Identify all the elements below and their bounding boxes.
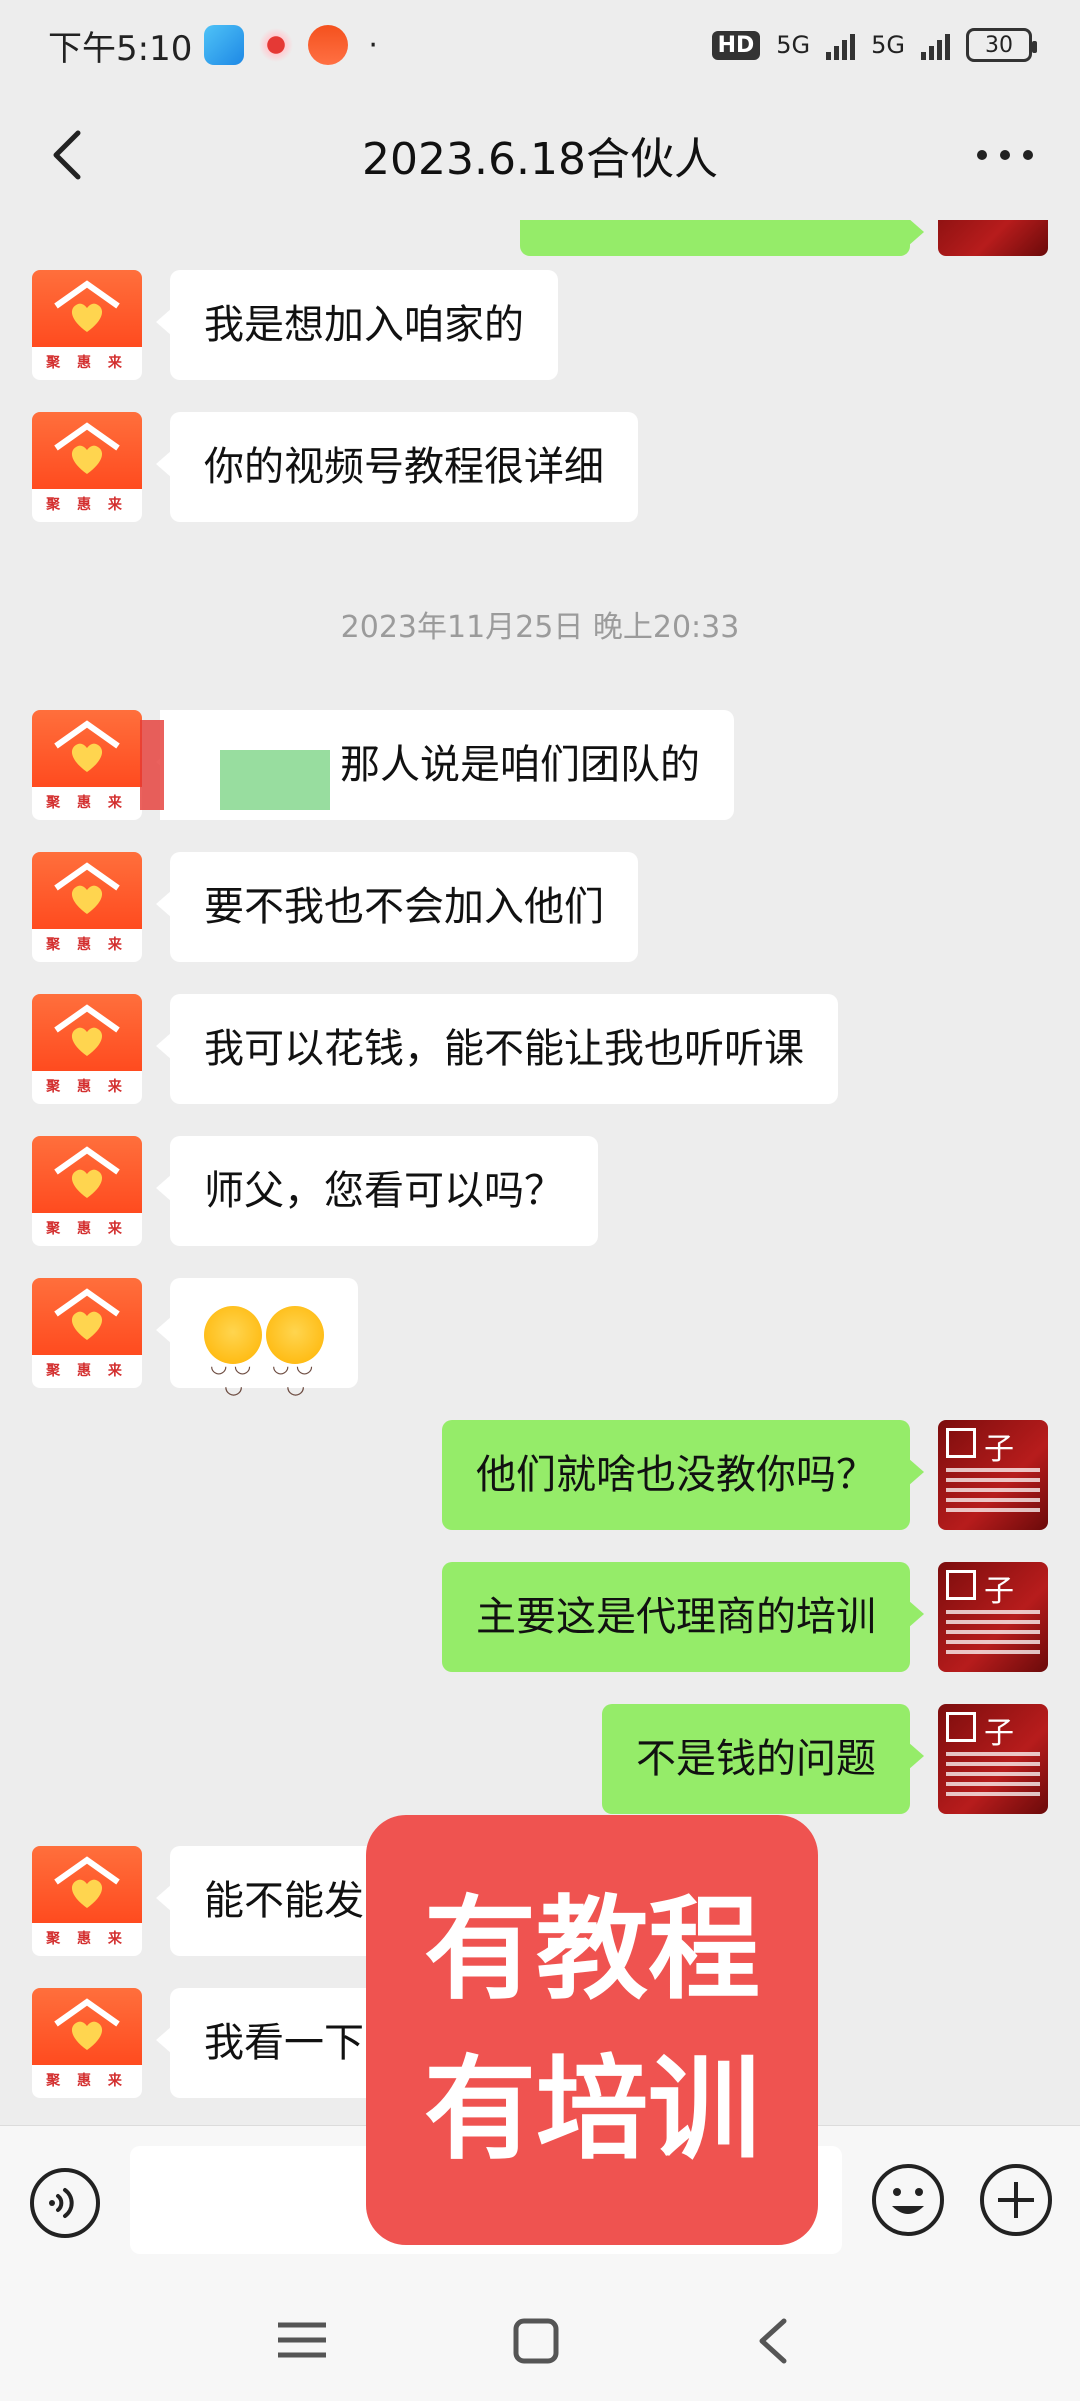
smile-emoji-icon xyxy=(266,1306,324,1442)
avatar-caption: 聚 惠 来 xyxy=(46,1079,128,1095)
house-heart-logo-icon xyxy=(54,422,120,474)
signal-strength-icon-2 xyxy=(921,30,950,60)
battery-level: 30 xyxy=(985,32,1013,58)
message-bubble-self[interactable]: 主要这是代理商的培训 xyxy=(442,1562,924,1672)
more-notifications-dot: · xyxy=(368,27,378,63)
chat-title: 2023.6.18合伙人 xyxy=(362,134,718,185)
house-heart-logo-icon xyxy=(54,1998,120,2050)
message-timestamp: 2023年11月25日 晚上20:33 xyxy=(340,610,740,645)
avatar-self[interactable]: 子 xyxy=(938,1704,1048,1814)
network-type-2: 5G xyxy=(871,31,905,59)
redacted-area xyxy=(140,710,340,820)
avatar-other[interactable]: 聚 惠 来 xyxy=(32,270,142,380)
house-heart-logo-icon xyxy=(54,862,120,914)
promo-line-1: 有教程 xyxy=(424,1885,760,2015)
recent-apps-icon[interactable] xyxy=(270,2315,334,2365)
smile-emoji-icon xyxy=(204,1306,262,1442)
avatar-other[interactable]: 聚 惠 来 xyxy=(32,994,142,1104)
voice-input-icon[interactable] xyxy=(28,2166,102,2240)
promo-line-2: 有培训 xyxy=(424,2045,760,2175)
status-time: 下午5:10 xyxy=(48,28,193,69)
more-options-icon[interactable] xyxy=(970,125,1040,185)
battery-icon: 30 xyxy=(966,28,1037,62)
avatar-caption: 聚 惠 来 xyxy=(46,2073,128,2089)
avatar-caption: 聚 惠 来 xyxy=(46,497,128,513)
house-heart-logo-icon xyxy=(54,1004,120,1056)
message-bubble-other[interactable]: 我可以花钱，能不能让我也听听课 xyxy=(156,994,838,1104)
avatar-caption: 聚 惠 来 xyxy=(46,1363,128,1379)
avatar-self[interactable]: 子 xyxy=(938,1562,1048,1672)
back-arrow-icon[interactable] xyxy=(40,125,100,185)
hd-voice-icon: HD xyxy=(711,30,761,60)
house-heart-logo-icon xyxy=(54,1288,120,1340)
location-notification-icon xyxy=(256,25,297,65)
message-bubble-other[interactable]: 你的视频号教程很详细 xyxy=(156,412,638,522)
avatar-caption: 聚 惠 来 xyxy=(46,1221,128,1237)
house-heart-logo-icon xyxy=(54,280,120,332)
avatar-other[interactable]: 聚 惠 来 xyxy=(32,710,142,820)
house-heart-logo-icon xyxy=(54,1856,120,1908)
promo-overlay: 有教程 有培训 xyxy=(366,1815,818,2245)
emoji-picker-icon[interactable] xyxy=(870,2162,946,2238)
message-bubble-other[interactable]: 师父，您看可以吗？ xyxy=(156,1136,598,1246)
avatar-other[interactable]: 聚 惠 来 xyxy=(32,412,142,522)
message-bubble-self[interactable]: 不是钱的问题 xyxy=(602,1704,924,1814)
avatar-self[interactable] xyxy=(938,220,1048,256)
avatar-other[interactable]: 聚 惠 来 xyxy=(32,1846,142,1956)
status-bar: 下午5:10 · HD 5G 5G 30 xyxy=(0,0,1080,90)
avatar-caption: 聚 惠 来 xyxy=(46,795,128,811)
add-attachment-icon[interactable] xyxy=(978,2162,1054,2238)
app-notification-icon-2 xyxy=(308,25,349,65)
avatar-other[interactable]: 聚 惠 来 xyxy=(32,1988,142,2098)
avatar-other[interactable]: 聚 惠 来 xyxy=(32,852,142,962)
message-bubble-self[interactable]: 他们就啥也没教你吗？ xyxy=(442,1420,924,1530)
avatar-self[interactable]: 子 xyxy=(938,1420,1048,1530)
house-heart-logo-icon xyxy=(54,720,120,772)
network-type-1: 5G xyxy=(776,31,811,59)
avatar-caption: 聚 惠 来 xyxy=(46,937,128,953)
avatar-caption: 聚 惠 来 xyxy=(46,355,128,371)
nav-back-icon[interactable] xyxy=(748,2313,798,2369)
message-bubble-self[interactable] xyxy=(520,220,924,256)
message-bubble-other[interactable]: 要不我也不会加入他们 xyxy=(156,852,638,962)
app-notification-icon xyxy=(204,25,245,65)
avatar-caption: 聚 惠 来 xyxy=(46,1931,128,1947)
chat-header: 2023.6.18合伙人 xyxy=(0,90,1080,220)
house-heart-logo-icon xyxy=(54,1146,120,1198)
system-nav-bar xyxy=(0,2275,1080,2401)
avatar-other[interactable]: 聚 惠 来 xyxy=(32,1136,142,1246)
avatar-other[interactable]: 聚 惠 来 xyxy=(32,1278,142,1388)
message-bubble-other[interactable]: 我是想加入咱家的 xyxy=(156,270,558,380)
home-icon[interactable] xyxy=(508,2313,564,2369)
message-bubble-other[interactable] xyxy=(156,1278,358,1442)
signal-strength-icon xyxy=(826,30,856,60)
